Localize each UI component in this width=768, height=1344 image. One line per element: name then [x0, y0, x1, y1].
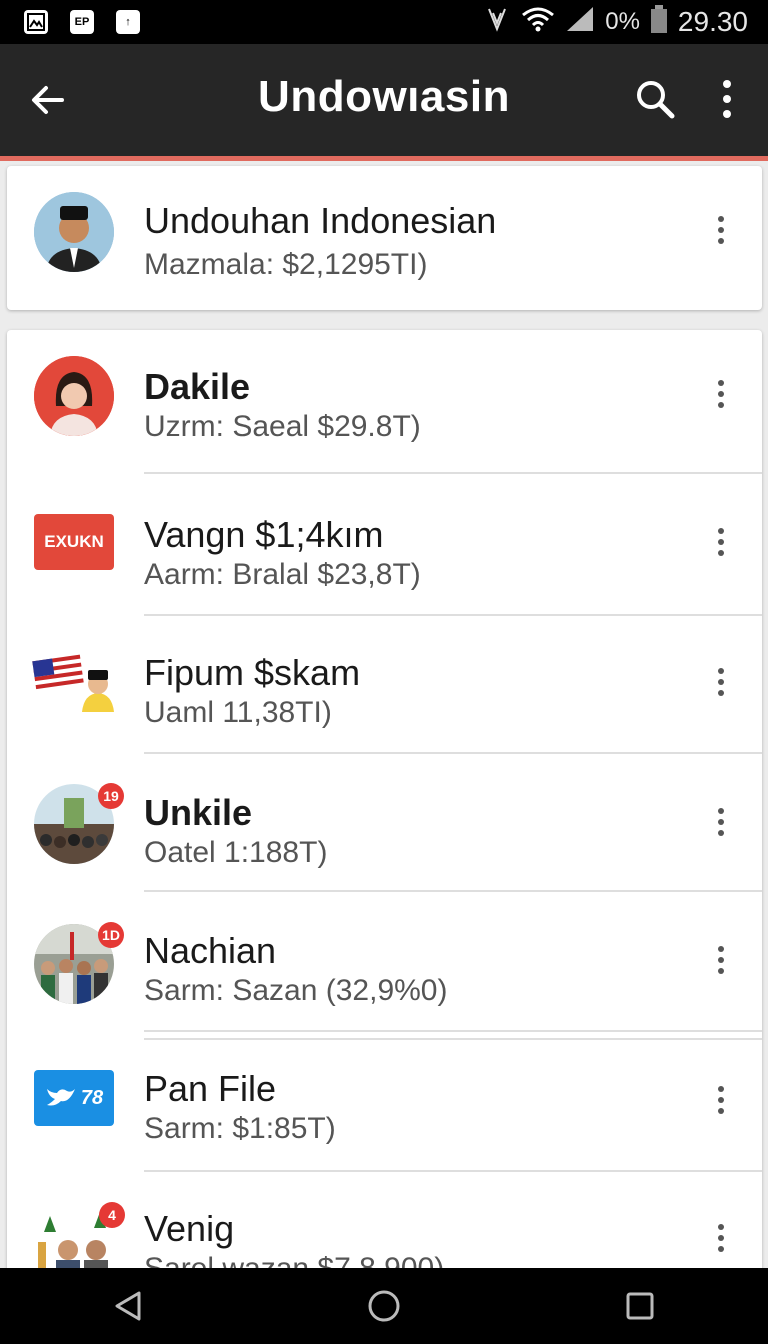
- image-notification-icon: [24, 10, 48, 34]
- list-item[interactable]: 19 Unkile Oatel 1:188T): [7, 754, 762, 892]
- item-subtitle: Uzrm: Saeal $29.8T): [144, 410, 421, 443]
- item-title: Vangn $1;4kım: [144, 514, 384, 555]
- logo-text: 78: [80, 1086, 104, 1109]
- exukn-logo: EXUKN: [34, 514, 114, 570]
- more-vert-icon: [718, 528, 724, 556]
- featured-title: Undouhan Indonesian: [144, 200, 497, 241]
- item-title: Unkile: [144, 792, 253, 833]
- list-item[interactable]: Fipum $skam Uaml 11,38ΤΙ): [7, 616, 762, 1040]
- item-title: Venig: [144, 1208, 235, 1249]
- nav-recents-button[interactable]: [610, 1276, 670, 1336]
- wifi-icon: [521, 5, 555, 40]
- list-card: Dakile Uzrm: Saeal $29.8T) EXUKN Vangn $…: [7, 330, 762, 1290]
- item-more-button[interactable]: [707, 374, 735, 414]
- upload-notification-icon: ↑: [116, 10, 140, 34]
- list-item[interactable]: Dakile Uzrm: Saeal $29.8T): [7, 330, 762, 474]
- more-vert-icon: [718, 808, 724, 836]
- item-subtitle: Sarm: $1:85T): [144, 1112, 336, 1145]
- man-avatar: [34, 192, 114, 272]
- notification-badge: 19: [98, 783, 124, 809]
- signal-icon: [565, 5, 595, 40]
- battery-percent: 0%: [605, 8, 640, 35]
- notification-badge: 4: [99, 1202, 125, 1228]
- featured-more-button[interactable]: [707, 210, 735, 250]
- item-more-button[interactable]: [707, 1218, 735, 1258]
- item-title: Nachian: [144, 930, 277, 971]
- overflow-menu-button[interactable]: [712, 78, 742, 120]
- more-vert-icon: [718, 668, 724, 696]
- system-nav-bar: [0, 1268, 768, 1344]
- triangle-back-icon: [115, 1291, 141, 1321]
- search-button[interactable]: [634, 78, 676, 120]
- nav-back-button[interactable]: [98, 1276, 158, 1336]
- nav-home-button[interactable]: [354, 1276, 414, 1336]
- search-icon: [637, 81, 675, 119]
- item-title: Fipum $skam: [144, 652, 361, 693]
- item-more-button[interactable]: [707, 1080, 735, 1120]
- item-subtitle: Aarm: Bralal $23,8T): [144, 558, 421, 591]
- item-more-button[interactable]: [707, 802, 735, 842]
- item-subtitle: Uaml 11,38ΤΙ): [144, 696, 332, 729]
- more-vert-icon: [718, 946, 724, 974]
- square-recents-icon: [626, 1292, 654, 1320]
- item-title: Pan File: [144, 1068, 277, 1109]
- more-vert-icon: [718, 1086, 724, 1114]
- clock: 29.30: [677, 6, 748, 37]
- status-bar: EP ↑ 0% 29.30: [0, 0, 768, 44]
- bird-icon: [46, 1089, 75, 1106]
- list-item[interactable]: EXUKN Vangn $1;4kım Aarm: Bralal $23,8T): [7, 474, 762, 616]
- woman-avatar: [34, 356, 114, 436]
- battery-icon: [650, 4, 668, 41]
- item-subtitle: Sarm: Sazan (32,9%0): [144, 974, 448, 1007]
- item-more-button[interactable]: [707, 940, 735, 980]
- item-subtitle: Oatel 1:188T): [144, 836, 328, 869]
- accent-divider: [0, 156, 768, 161]
- item-title: Dakile: [144, 366, 251, 407]
- flag-man-avatar: [32, 652, 118, 712]
- list-item[interactable]: 78 Pan File Sarm: $1:85T): [7, 1032, 762, 1172]
- app-notification-icon: EP: [70, 10, 94, 34]
- list-item[interactable]: 1D Nachian Sarm: Sazan (32,9%0): [7, 892, 762, 1032]
- app-bar: Undowıasin: [0, 44, 768, 156]
- more-vert-icon: [718, 380, 724, 408]
- more-vert-icon: [723, 80, 731, 118]
- bird-logo: 78: [34, 1070, 114, 1126]
- featured-subtitle: Mazmala: $2,1295ΤΙ): [144, 248, 428, 281]
- featured-card[interactable]: Undouhan Indonesian Mazmala: $2,1295ΤΙ): [7, 166, 762, 310]
- item-more-button[interactable]: [707, 522, 735, 562]
- item-more-button[interactable]: [707, 662, 735, 702]
- more-vert-icon: [718, 216, 724, 244]
- more-vert-icon: [718, 1224, 724, 1252]
- vibrate-icon: [483, 5, 511, 40]
- circle-home-icon: [368, 1290, 400, 1322]
- notification-badge: 1D: [98, 922, 124, 948]
